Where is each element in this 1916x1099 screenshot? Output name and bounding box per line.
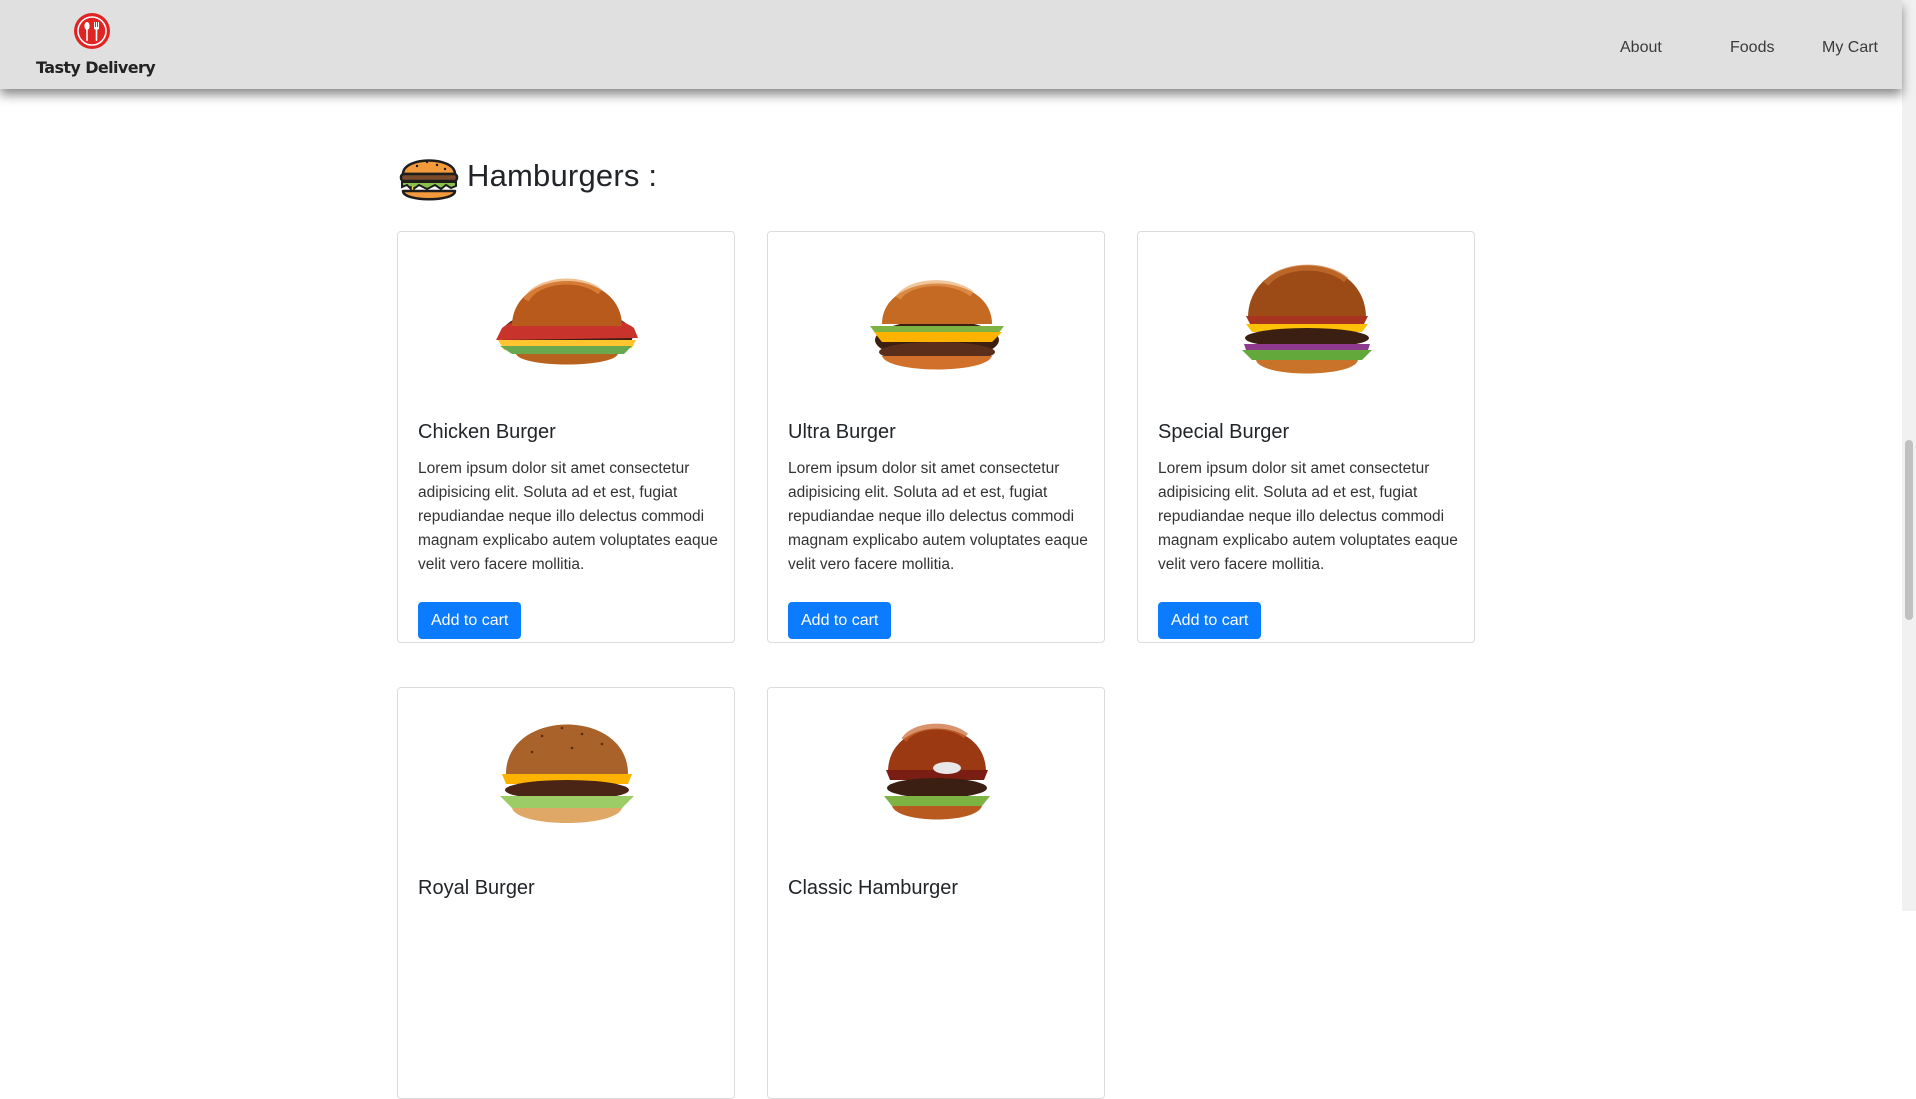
nav-about-link[interactable]: About [1620, 39, 1662, 57]
add-to-cart-button[interactable]: Add to cart [1158, 602, 1262, 639]
ultra-burger-image [870, 280, 1004, 370]
chicken-burger-image [496, 278, 638, 365]
navbar: Tasty Delivery About Foods My Cart [0, 0, 1902, 89]
fork-spoon-plate-icon [74, 13, 110, 49]
special-burger-image [1242, 264, 1372, 374]
product-card-royal-burger: Royal Burger [397, 687, 735, 1099]
product-title: Special Burger [1158, 421, 1290, 443]
brand-name: Tasty Delivery [36, 58, 156, 77]
hamburger-icon [399, 158, 459, 200]
product-card-chicken-burger: Chicken Burger Lorem ipsum dolor sit ame… [397, 231, 735, 643]
product-title: Classic Hamburger [788, 877, 959, 899]
add-to-cart-button[interactable]: Add to cart [788, 602, 892, 639]
section-title: Hamburgers : [467, 157, 658, 193]
classic-hamburger-image [884, 723, 990, 820]
royal-burger-image [500, 724, 634, 823]
product-description: Lorem ipsum dolor sit amet consectetur a… [1158, 460, 1458, 573]
section-heading: Hamburgers : [397, 143, 657, 208]
nav-foods-link[interactable]: Foods [1730, 39, 1774, 57]
add-to-cart-button[interactable]: Add to cart [418, 602, 522, 639]
product-card-special-burger: Special Burger Lorem ipsum dolor sit ame… [1137, 231, 1475, 643]
page-scrollbar[interactable] [1902, 0, 1916, 911]
brand[interactable]: Tasty Delivery [36, 11, 156, 77]
product-description: Lorem ipsum dolor sit amet consectetur a… [788, 460, 1088, 573]
product-description: Lorem ipsum dolor sit amet consectetur a… [418, 460, 718, 573]
nav-my-cart-link[interactable]: My Cart [1822, 39, 1878, 57]
product-title: Chicken Burger [418, 421, 556, 443]
scrollbar-thumb[interactable] [1905, 440, 1913, 620]
product-title: Ultra Burger [788, 421, 896, 443]
product-card-ultra-burger: Ultra Burger Lorem ipsum dolor sit amet … [767, 231, 1105, 643]
product-title: Royal Burger [418, 877, 535, 899]
product-card-classic-hamburger: Classic Hamburger [767, 687, 1105, 1099]
